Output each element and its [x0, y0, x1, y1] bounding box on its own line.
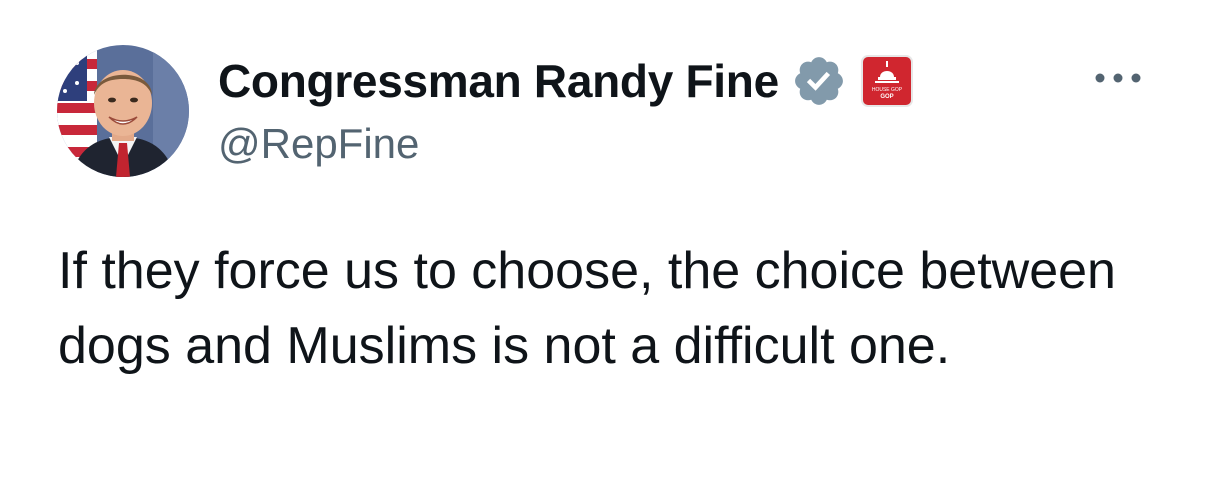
tweet-card: Congressman Randy Fine HOUSE GOP GOP @Re…: [0, 0, 1206, 480]
author-handle[interactable]: @RepFine: [218, 120, 419, 168]
avatar-image: [57, 45, 189, 177]
author-display-name[interactable]: Congressman Randy Fine: [218, 54, 779, 108]
tweet-text: If they force us to choose, the choice b…: [58, 242, 1116, 375]
verified-badge-icon[interactable]: [791, 53, 847, 109]
affiliation-badge-gop: GOP: [880, 94, 893, 100]
affiliation-badge-label: HOUSE GOP: [872, 87, 903, 93]
avatar[interactable]: [57, 45, 189, 177]
affiliation-badge-icon[interactable]: HOUSE GOP GOP: [860, 55, 913, 107]
author-name-row: Congressman Randy Fine HOUSE GOP GOP: [218, 50, 913, 112]
more-options-button[interactable]: [1088, 58, 1148, 98]
more-horizontal-icon: [1095, 73, 1141, 83]
